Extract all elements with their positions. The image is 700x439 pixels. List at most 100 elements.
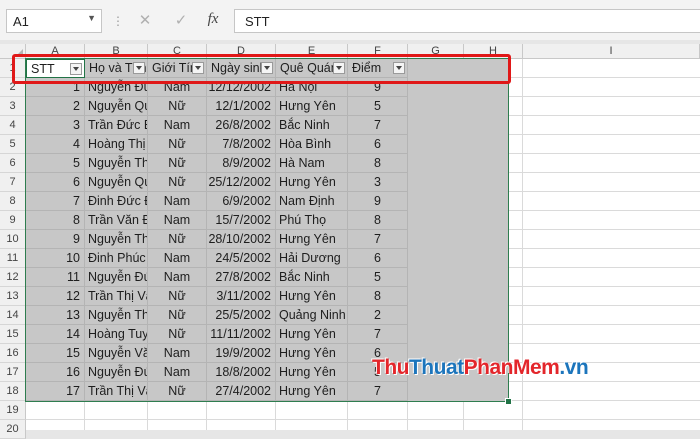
table-cell[interactable]: Nam [148, 249, 207, 268]
table-cell[interactable]: 7 [348, 116, 408, 135]
table-cell[interactable]: Hưng Yên [276, 363, 348, 382]
table-cell[interactable]: Nữ [148, 306, 207, 325]
table-cell[interactable]: 8 [348, 211, 408, 230]
table-cell[interactable]: Hưng Yên [276, 344, 348, 363]
table-cell[interactable]: 6 [348, 135, 408, 154]
table-cell[interactable]: 7 [348, 325, 408, 344]
table-cell[interactable]: Hoàng Tuyết Mai [85, 325, 148, 344]
table-cell[interactable]: 15 [26, 344, 85, 363]
table-cell[interactable]: Nguyễn Thu Hà [85, 230, 148, 249]
table-cell[interactable]: 8 [348, 154, 408, 173]
column-header-I[interactable]: I [523, 44, 700, 59]
table-cell[interactable]: 19/9/2002 [207, 344, 276, 363]
table-cell[interactable]: 9 [26, 230, 85, 249]
table-cell[interactable]: Nữ [148, 287, 207, 306]
table-cell[interactable]: 7/8/2002 [207, 135, 276, 154]
row-header-13[interactable]: 13 [0, 287, 26, 306]
table-cell[interactable]: Nguyễn Thùy Châm [85, 154, 148, 173]
insert-function-icon[interactable]: fx [202, 11, 224, 29]
table-cell[interactable]: Nguyễn Đức Kiên [85, 268, 148, 287]
table-cell[interactable]: 5 [348, 97, 408, 116]
table-cell[interactable]: Hà Nam [276, 154, 348, 173]
table-cell[interactable]: Nam [148, 192, 207, 211]
table-cell[interactable]: Nam [148, 211, 207, 230]
table-cell[interactable]: Nam Định [276, 192, 348, 211]
table-cell[interactable]: 3 [348, 173, 408, 192]
table-cell[interactable]: Hải Dương [276, 249, 348, 268]
row-header-10[interactable]: 10 [0, 230, 26, 249]
row-header-7[interactable]: 7 [0, 173, 26, 192]
table-cell[interactable]: 5 [26, 154, 85, 173]
table-cell[interactable]: Nữ [148, 230, 207, 249]
table-cell[interactable]: Đinh Đức Đạt [85, 192, 148, 211]
row-header-3[interactable]: 3 [0, 97, 26, 116]
table-cell[interactable]: 10 [26, 249, 85, 268]
table-cell[interactable]: Bắc Ninh [276, 268, 348, 287]
table-cell[interactable]: Hưng Yên [276, 287, 348, 306]
table-cell[interactable]: 14 [26, 325, 85, 344]
table-cell[interactable]: 8 [26, 211, 85, 230]
table-cell[interactable]: 17 [26, 382, 85, 401]
table-cell[interactable]: Nguyễn Quỳnh Anh [85, 97, 148, 116]
table-cell[interactable]: 12 [26, 287, 85, 306]
table-cell[interactable]: Trần Thị Vân [85, 287, 148, 306]
table-cell[interactable]: Nữ [148, 325, 207, 344]
row-header-14[interactable]: 14 [0, 306, 26, 325]
table-cell[interactable]: Hưng Yên [276, 230, 348, 249]
table-cell[interactable]: Nguyễn Quỳnh Anh [85, 173, 148, 192]
table-cell[interactable]: Trần Đức Bình [85, 116, 148, 135]
table-cell[interactable]: 27/8/2002 [207, 268, 276, 287]
table-cell[interactable]: Nam [148, 363, 207, 382]
table-cell[interactable]: Quảng Ninh [276, 306, 348, 325]
table-cell[interactable]: Đinh Phúc Hoàng [85, 249, 148, 268]
table-cell[interactable]: Trần Thị Vân [85, 382, 148, 401]
enter-check-icon[interactable]: ✓ [170, 11, 192, 29]
row-header-19[interactable]: 19 [0, 401, 26, 420]
table-cell[interactable]: 13 [26, 306, 85, 325]
fill-handle[interactable] [505, 398, 512, 405]
row-header-5[interactable]: 5 [0, 135, 26, 154]
row-header-15[interactable]: 15 [0, 325, 26, 344]
row-header-12[interactable]: 12 [0, 268, 26, 287]
row-header-11[interactable]: 11 [0, 249, 26, 268]
table-cell[interactable]: 6/9/2002 [207, 192, 276, 211]
name-box[interactable]: A1 ▼ [6, 9, 102, 33]
table-cell[interactable]: 27/4/2002 [207, 382, 276, 401]
table-cell[interactable]: Hưng Yên [276, 382, 348, 401]
table-cell[interactable]: 24/5/2002 [207, 249, 276, 268]
table-cell[interactable]: 2 [348, 306, 408, 325]
table-cell[interactable]: Nữ [148, 97, 207, 116]
table-cell[interactable]: Nữ [148, 382, 207, 401]
table-cell[interactable]: 11 [26, 268, 85, 287]
table-cell[interactable]: 26/8/2002 [207, 116, 276, 135]
formula-bar-grip-icon[interactable]: ⋮ [112, 14, 124, 28]
table-cell[interactable]: Hòa Bình [276, 135, 348, 154]
table-cell[interactable]: Nam [148, 268, 207, 287]
table-cell[interactable]: Nữ [148, 135, 207, 154]
table-cell[interactable]: 15/7/2002 [207, 211, 276, 230]
table-cell[interactable]: 12/1/2002 [207, 97, 276, 116]
table-cell[interactable]: 7 [348, 230, 408, 249]
table-cell[interactable]: 25/12/2002 [207, 173, 276, 192]
table-cell[interactable]: Nam [148, 344, 207, 363]
table-cell[interactable]: Nam [148, 116, 207, 135]
table-cell[interactable]: 6 [26, 173, 85, 192]
table-cell[interactable]: 6 [348, 249, 408, 268]
table-cell[interactable]: Hưng Yên [276, 173, 348, 192]
row-header-4[interactable]: 4 [0, 116, 26, 135]
table-cell[interactable]: 2 [26, 97, 85, 116]
table-cell[interactable]: Hưng Yên [276, 97, 348, 116]
name-box-dropdown-icon[interactable]: ▼ [87, 13, 96, 23]
table-cell[interactable]: 28/10/2002 [207, 230, 276, 249]
formula-input[interactable]: STT [234, 9, 700, 33]
table-cell[interactable]: 18/8/2002 [207, 363, 276, 382]
table-cell[interactable]: Trần Văn Định [85, 211, 148, 230]
table-cell[interactable]: Hưng Yên [276, 325, 348, 344]
row-header-9[interactable]: 9 [0, 211, 26, 230]
row-header-16[interactable]: 16 [0, 344, 26, 363]
table-cell[interactable]: 7 [26, 192, 85, 211]
table-cell[interactable]: 4 [26, 135, 85, 154]
table-cell[interactable]: Nguyễn Thị Lan [85, 306, 148, 325]
table-cell[interactable]: 16 [26, 363, 85, 382]
table-cell[interactable]: Nữ [148, 173, 207, 192]
